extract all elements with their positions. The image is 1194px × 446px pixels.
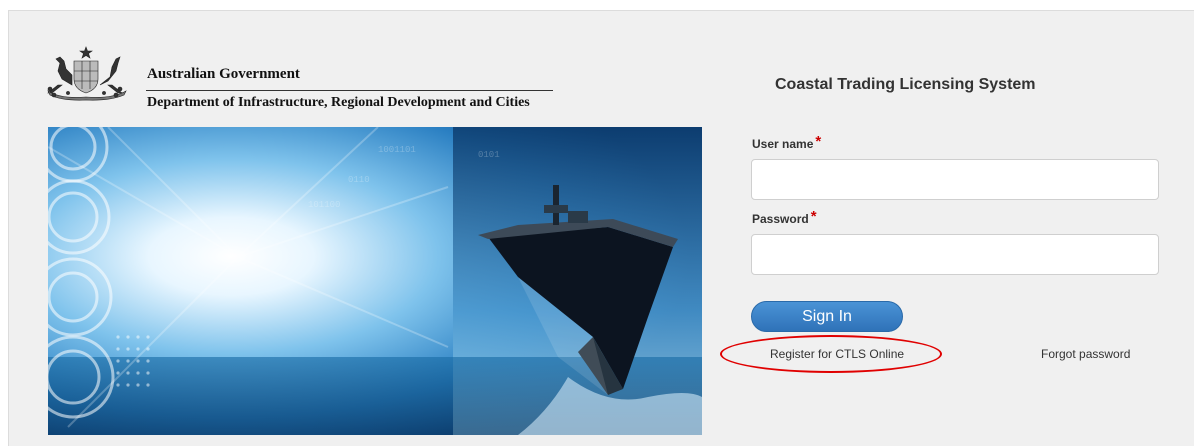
password-label-text: Password [752, 212, 809, 226]
username-label: User name * [752, 133, 822, 152]
username-label-text: User name [752, 137, 814, 151]
password-label: Password * [752, 208, 817, 227]
sign-in-button[interactable]: Sign In [751, 301, 903, 332]
forgot-password-link[interactable]: Forgot password [1041, 347, 1130, 361]
highlight-annotation-circle [720, 335, 942, 373]
system-title: Coastal Trading Licensing System [775, 76, 1036, 93]
department-name: Department of Infrastructure, Regional D… [147, 95, 530, 110]
header-divider [146, 90, 553, 91]
required-marker: * [810, 208, 817, 225]
svg-text:101100: 101100 [308, 200, 340, 210]
required-marker: * [815, 133, 822, 150]
coat-of-arms-icon [47, 46, 127, 101]
username-input[interactable] [751, 159, 1159, 200]
hero-ship-image: 1001101 0110 101100 0101 [48, 127, 702, 435]
password-input[interactable] [751, 234, 1159, 275]
svg-text:1001101: 1001101 [378, 145, 416, 155]
svg-text:0110: 0110 [348, 175, 370, 185]
svg-text:0101: 0101 [478, 150, 500, 160]
government-name: Australian Government [147, 66, 300, 82]
